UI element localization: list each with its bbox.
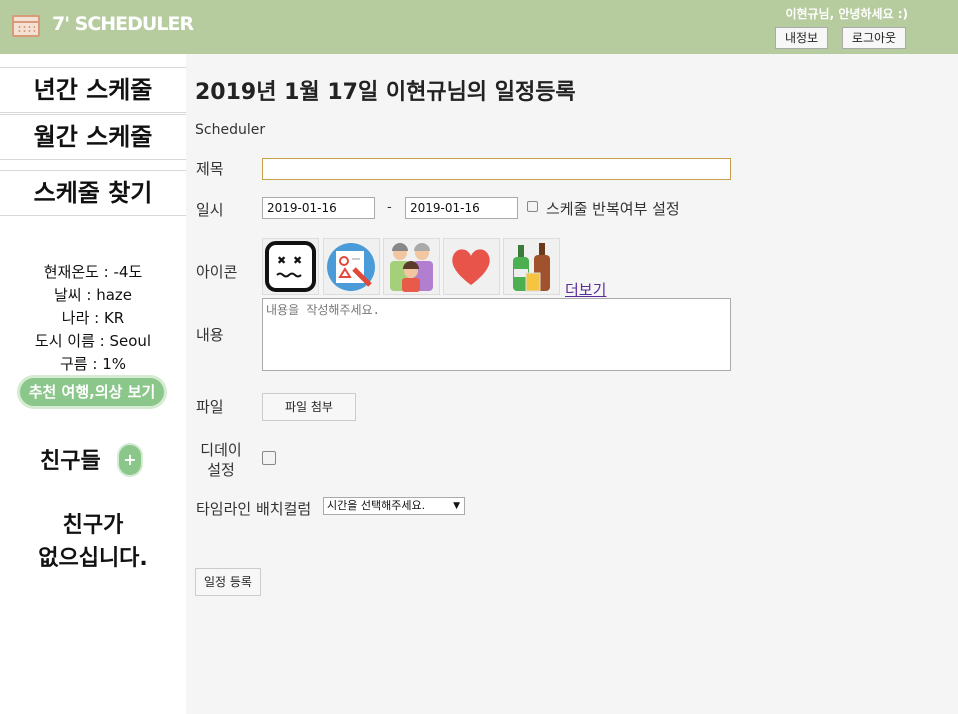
content-textarea[interactable]: 내용을 작성해주세요. <box>262 298 731 371</box>
user-greeting: 이현규님, 안녕하세요 :) <box>785 7 908 21</box>
content-label: 내용 <box>196 326 224 344</box>
timeline-label: 타임라인 배치컬럼 <box>196 500 312 518</box>
file-label: 파일 <box>196 398 224 416</box>
calendar-logo-icon <box>12 15 40 37</box>
repeat-checkbox[interactable] <box>527 201 538 212</box>
title-label: 제목 <box>196 160 224 178</box>
timeline-selected-value: 시간을 선택해주세요. <box>327 499 426 512</box>
icon-label: 아이콘 <box>196 263 238 281</box>
dday-label-line-2: 설정 <box>207 461 235 479</box>
dizzy-face-icon[interactable]: ✖ ✖ <box>262 238 319 295</box>
more-icons-link[interactable]: 더보기 <box>565 279 606 300</box>
sidebar: 년간 스케줄 월간 스케줄 스케줄 찾기 현재온도 : -4도 날씨 : haz… <box>0 54 186 714</box>
family-icon[interactable] <box>383 238 440 295</box>
attach-file-button[interactable]: 파일 첨부 <box>262 393 356 421</box>
svg-text:✖: ✖ <box>293 254 302 267</box>
submit-schedule-button[interactable]: 일정 등록 <box>195 568 261 596</box>
no-friends-message: 친구가 없으십니다. <box>0 509 186 575</box>
no-friends-line-2: 없으십니다. <box>38 546 148 571</box>
weather-panel: 현재온도 : -4도 날씨 : haze 나라 : KR 도시 이름 : Seo… <box>0 261 186 376</box>
dday-label-line-1: 디데이 <box>200 441 242 459</box>
no-friends-line-1: 친구가 <box>62 513 124 538</box>
weather-city: 도시 이름 : Seoul <box>34 332 152 350</box>
start-date-input[interactable]: 2019-01-16 <box>262 197 375 219</box>
timeline-select[interactable]: 시간을 선택해주세요. ▼ <box>323 497 465 515</box>
title-input[interactable] <box>262 158 731 180</box>
top-header: 7' SCHEDULER 이현규님, 안녕하세요 :) 내정보 로그아웃 <box>0 0 958 54</box>
heart-icon[interactable] <box>443 238 500 295</box>
dropdown-arrow-icon: ▼ <box>453 501 460 511</box>
bottles-icon[interactable] <box>503 238 560 295</box>
my-info-button[interactable]: 내정보 <box>775 27 828 49</box>
repeat-label: 스케줄 반복여부 설정 <box>546 200 680 218</box>
add-friend-button[interactable]: + <box>117 443 143 477</box>
weather-cloud: 구름 : 1% <box>60 355 126 373</box>
certificate-icon[interactable] <box>323 238 380 295</box>
nav-find-schedule[interactable]: 스케줄 찾기 <box>0 170 186 216</box>
recommend-travel-outfit-button[interactable]: 추천 여행,의상 보기 <box>17 375 167 409</box>
weather-temperature: 현재온도 : -4도 <box>43 263 143 281</box>
nav-yearly-schedule[interactable]: 년간 스케줄 <box>0 67 186 113</box>
page-subheading: Scheduler <box>195 122 266 138</box>
weather-country: 나라 : KR <box>61 309 125 327</box>
weather-condition: 날씨 : haze <box>54 286 132 304</box>
date-separator: - <box>387 200 392 215</box>
date-label: 일시 <box>196 201 224 219</box>
page-title: 2019년 1월 17일 이현규님의 일정등록 <box>195 80 576 105</box>
friends-title: 친구들 <box>40 449 101 474</box>
logout-button[interactable]: 로그아웃 <box>842 27 906 49</box>
dday-checkbox[interactable] <box>262 451 276 465</box>
svg-text:✖: ✖ <box>277 254 286 267</box>
end-date-input[interactable]: 2019-01-16 <box>405 197 518 219</box>
app-title[interactable]: 7' SCHEDULER <box>52 13 194 35</box>
nav-monthly-schedule[interactable]: 월간 스케줄 <box>0 114 186 160</box>
dday-label: 디데이 설정 <box>196 440 246 480</box>
